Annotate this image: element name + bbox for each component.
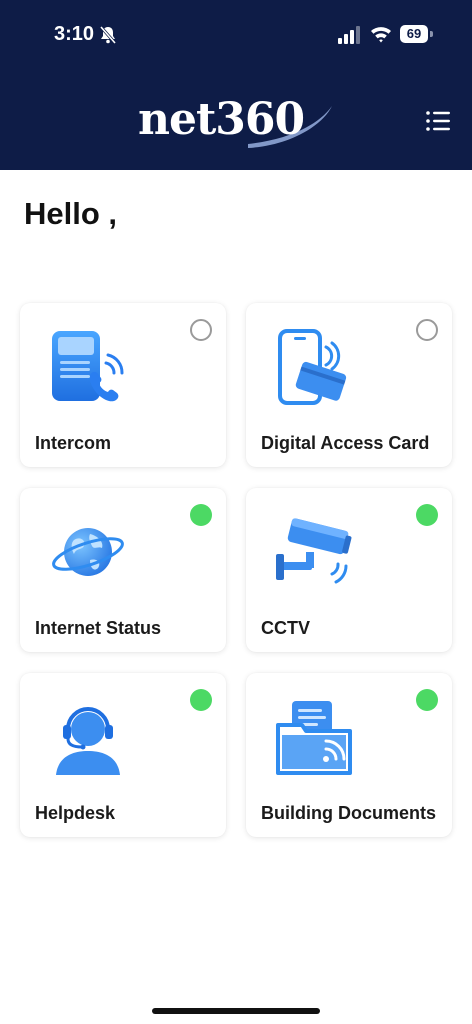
silent-bell-icon xyxy=(99,26,117,44)
tile-building-documents[interactable]: Building Documents xyxy=(246,673,452,837)
cellular-signal-icon xyxy=(338,26,360,44)
tile-digital-access-card[interactable]: Digital Access Card xyxy=(246,303,452,467)
tile-internet-status[interactable]: Internet Status xyxy=(20,488,226,652)
status-indicator xyxy=(190,689,212,711)
tile-label: CCTV xyxy=(261,618,310,638)
cctv-camera-icon xyxy=(276,518,352,584)
tile-label: Building Documents xyxy=(261,803,436,823)
tile-label: Digital Access Card xyxy=(261,433,430,453)
greeting-text: Hello , xyxy=(24,196,118,231)
access-card-icon xyxy=(278,329,347,405)
wifi-icon xyxy=(371,27,391,43)
tile-label: Internet Status xyxy=(35,618,162,638)
tile-label: Intercom xyxy=(35,433,112,453)
tile-intercom[interactable]: Intercom xyxy=(20,303,226,467)
status-indicator xyxy=(190,504,212,526)
tile-helpdesk[interactable]: Helpdesk xyxy=(20,673,226,837)
status-indicator xyxy=(416,319,438,341)
tile-cctv[interactable]: CCTV xyxy=(246,488,452,652)
globe-icon xyxy=(52,528,124,576)
intercom-phone-icon xyxy=(52,331,124,402)
battery-cap xyxy=(430,31,433,37)
logo-text: net360 xyxy=(138,94,305,145)
status-time: 3:10 xyxy=(54,23,95,45)
net360-logo: net360 xyxy=(136,88,336,152)
headset-agent-icon xyxy=(56,707,120,775)
status-indicator xyxy=(416,689,438,711)
menu-list-icon[interactable] xyxy=(420,106,454,136)
battery-indicator: 69 xyxy=(400,25,428,43)
document-folder-icon xyxy=(276,701,352,775)
tile-label: Helpdesk xyxy=(35,803,116,823)
home-indicator[interactable] xyxy=(152,1008,320,1014)
status-indicator xyxy=(416,504,438,526)
app-header: 3:10 69 net360 xyxy=(0,0,472,170)
status-indicator xyxy=(190,319,212,341)
